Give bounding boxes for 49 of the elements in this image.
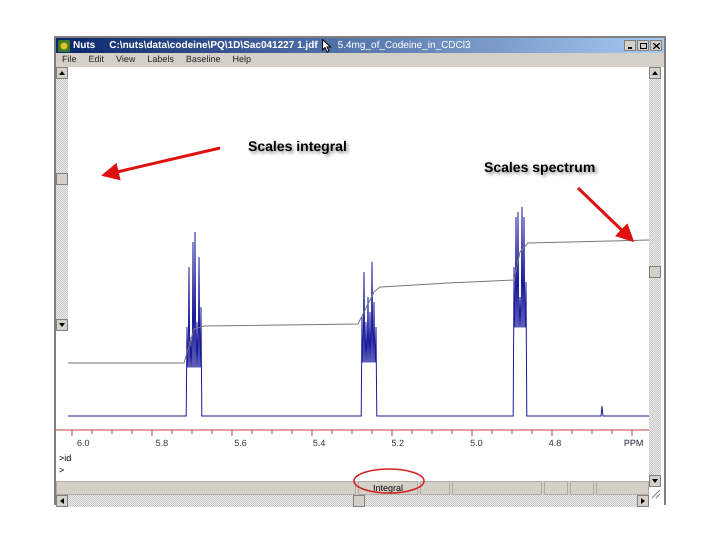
scroll-right-button[interactable] bbox=[637, 494, 649, 506]
axis-tick-label: 5.8 bbox=[154, 436, 170, 450]
scroll-thumb[interactable] bbox=[353, 494, 365, 506]
down-triangle-icon bbox=[652, 478, 658, 482]
scroll-up-button[interactable] bbox=[649, 66, 661, 78]
highlight-ellipse bbox=[353, 468, 425, 494]
menu-item[interactable]: Baseline bbox=[186, 53, 220, 66]
down-triangle-icon bbox=[59, 322, 65, 326]
status-pane: Integral bbox=[358, 480, 418, 494]
left-triangle-icon bbox=[60, 498, 64, 504]
resize-grip-icon[interactable] bbox=[649, 486, 661, 498]
menu-item[interactable]: Edit bbox=[88, 53, 104, 66]
close-button[interactable] bbox=[650, 40, 662, 51]
menu-item[interactable]: Labels bbox=[147, 53, 174, 66]
axis-tick-label: 5.4 bbox=[312, 436, 326, 450]
menu-item[interactable]: Help bbox=[232, 53, 251, 66]
app-name: Nuts bbox=[73, 39, 96, 53]
scroll-down-button[interactable] bbox=[56, 318, 68, 330]
scroll-thumb[interactable] bbox=[649, 266, 661, 278]
scroll-thumb[interactable] bbox=[56, 172, 68, 184]
sample-name: 5.4mg_of_Codeine_in_CDCl3 bbox=[338, 39, 471, 53]
menu-item[interactable]: View bbox=[116, 53, 136, 66]
axis-tick-label: 6.0 bbox=[76, 436, 91, 450]
scrollbar[interactable] bbox=[56, 66, 68, 330]
maximize-icon bbox=[640, 42, 646, 48]
command-line: >id bbox=[59, 452, 72, 464]
minimize-button[interactable] bbox=[624, 40, 636, 51]
menu-item[interactable]: File bbox=[62, 53, 77, 66]
scroll-left-button[interactable] bbox=[56, 494, 68, 506]
axis-tick-label: 5.0 bbox=[469, 436, 484, 450]
up-triangle-icon bbox=[59, 70, 65, 74]
right-triangle-icon bbox=[641, 498, 645, 504]
app-icon bbox=[58, 40, 70, 52]
axis-tick-label: 5.2 bbox=[390, 436, 406, 450]
axis-unit-label: PPM bbox=[622, 436, 644, 450]
scroll-down-button[interactable] bbox=[649, 474, 661, 486]
scroll-up-button[interactable] bbox=[56, 66, 68, 78]
maximize-button[interactable] bbox=[637, 40, 649, 51]
pointer-arrow bbox=[576, 186, 634, 242]
annotation-label: Scales spectrum bbox=[484, 158, 596, 177]
command-line: > bbox=[59, 464, 66, 476]
scrollbar[interactable] bbox=[649, 66, 661, 486]
axis-tick-label: 5.6 bbox=[233, 436, 248, 450]
up-triangle-icon bbox=[652, 70, 658, 74]
mouse-pointer-icon bbox=[322, 39, 332, 53]
file-path: C:\nuts\data\codeine\PQ\1D\Sac041227 1.jdf bbox=[109, 39, 318, 53]
close-icon bbox=[652, 42, 660, 48]
annotation-label: Scales integral bbox=[248, 137, 347, 156]
axis-tick-label: 4.8 bbox=[548, 436, 562, 450]
